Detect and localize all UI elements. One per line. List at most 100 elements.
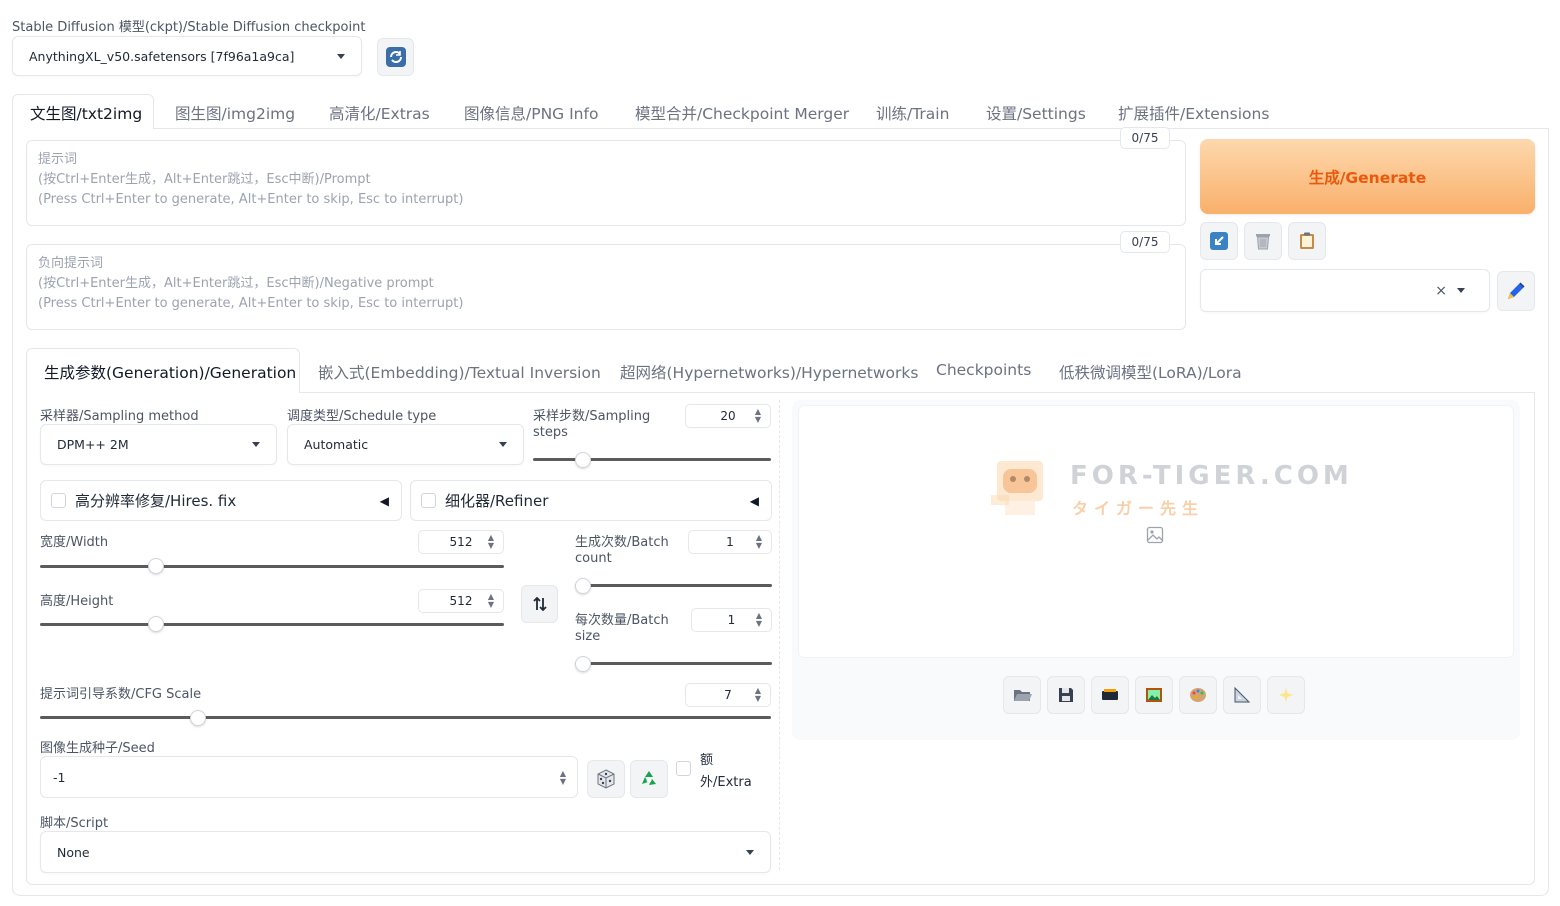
batch-size-label-1: 每次数量/Batch xyxy=(575,613,669,628)
generate-button[interactable]: 生成/Generate xyxy=(1200,139,1535,214)
steps-slider-track[interactable] xyxy=(533,458,771,461)
sampler-select[interactable]: DPM++ 2M xyxy=(40,424,277,465)
subtab-textual-inversion[interactable]: 嵌入式(Embedding)/Textual Inversion xyxy=(318,361,601,383)
seed-label: 图像生成种子/Seed xyxy=(40,741,155,756)
column-divider xyxy=(779,400,780,870)
height-value: 512 xyxy=(449,594,473,608)
cfg-value: 7 xyxy=(724,688,732,702)
height-input[interactable]: 512 ▲ ▼ xyxy=(418,589,504,613)
batch-size-value: 1 xyxy=(727,613,736,627)
spinner-icon[interactable]: ▲ ▼ xyxy=(488,593,494,609)
subtab-hypernetworks[interactable]: 超网络(Hypernetworks)/Hypernetworks xyxy=(620,361,918,383)
tab-png-info[interactable]: 图像信息/PNG Info xyxy=(464,102,598,124)
batch-size-label-2: size xyxy=(575,629,601,644)
subtab-generation[interactable]: 生成参数(Generation)/Generation xyxy=(44,361,296,383)
width-input[interactable]: 512 ▲ ▼ xyxy=(418,530,504,554)
paste-style-button[interactable] xyxy=(1288,222,1326,260)
tab-extensions[interactable]: 扩展插件/Extensions xyxy=(1118,102,1269,124)
negative-placeholder-3: (Press Ctrl+Enter to generate, Alt+Enter… xyxy=(38,296,464,311)
styles-select[interactable]: × xyxy=(1200,269,1490,312)
schedule-value: Automatic xyxy=(304,437,369,452)
batch-size-slider-handle[interactable] xyxy=(575,656,591,672)
seed-input[interactable]: -1 ▲ ▼ xyxy=(40,756,578,798)
cfg-slider-track[interactable] xyxy=(40,716,771,719)
steps-label-1: 采样步数/Sampling xyxy=(533,409,651,424)
batch-count-input[interactable]: 1 ▲ ▼ xyxy=(688,530,772,554)
swap-dimensions-button[interactable] xyxy=(521,585,558,623)
edit-styles-button[interactable] xyxy=(1497,271,1535,311)
negative-token-counter: 0/75 xyxy=(1120,231,1170,253)
height-label: 高度/Height xyxy=(40,594,114,609)
send-to-inpaint-button[interactable] xyxy=(1179,676,1217,714)
batch-size-slider-track[interactable] xyxy=(575,662,772,665)
watermark-line1: FOR-TIGER.COM xyxy=(1070,461,1353,491)
subtab-lora[interactable]: 低秩微调模型(LoRA)/Lora xyxy=(1059,361,1242,383)
tab-checkpoint-merger[interactable]: 模型合并/Checkpoint Merger xyxy=(635,102,849,124)
random-seed-button[interactable] xyxy=(587,760,625,798)
zip-button[interactable] xyxy=(1091,676,1129,714)
clipboard-icon xyxy=(1300,232,1314,249)
negative-placeholder-1: 负向提示词 xyxy=(38,256,104,271)
batch-count-slider-track[interactable] xyxy=(575,584,772,587)
refiner-accordion[interactable]: 细化器/Refiner ◀ xyxy=(410,480,772,521)
batch-count-slider-handle[interactable] xyxy=(575,578,591,594)
clear-styles-icon[interactable]: × xyxy=(1435,283,1447,299)
prompt-textarea[interactable]: 提示词 (按Ctrl+Enter生成，Alt+Enter跳过，Esc中断)/Pr… xyxy=(26,140,1186,226)
trash-icon xyxy=(1256,234,1270,250)
open-folder-button[interactable] xyxy=(1003,676,1041,714)
hires-fix-checkbox[interactable] xyxy=(51,493,66,508)
refiner-checkbox[interactable] xyxy=(421,493,436,508)
refresh-checkpoint-button[interactable] xyxy=(377,38,414,76)
tab-settings[interactable]: 设置/Settings xyxy=(986,102,1086,124)
tab-extras[interactable]: 高清化/Extras xyxy=(329,102,430,124)
checkpoint-label: Stable Diffusion 模型(ckpt)/Stable Diffusi… xyxy=(12,20,366,35)
script-label: 脚本/Script xyxy=(40,816,109,831)
schedule-select[interactable]: Automatic xyxy=(287,424,524,465)
batch-count-label-1: 生成次数/Batch xyxy=(575,535,669,550)
batch-count-value: 1 xyxy=(726,535,734,549)
batch-count-label-2: count xyxy=(575,551,612,566)
clear-prompt-button[interactable] xyxy=(1244,222,1282,260)
cfg-label: 提示词引导系数/CFG Scale xyxy=(40,687,202,702)
checkpoint-select[interactable]: AnythingXL_v50.safetensors [7f96a1a9ca] xyxy=(12,36,362,76)
tab-img2img[interactable]: 图生图/img2img xyxy=(175,102,295,124)
spinner-icon[interactable]: ▲ ▼ xyxy=(560,770,566,786)
extra-label-1: 额 xyxy=(700,753,714,768)
tab-train[interactable]: 训练/Train xyxy=(876,102,949,124)
height-slider-track[interactable] xyxy=(40,623,504,626)
save-button[interactable] xyxy=(1047,676,1085,714)
collapse-triangle-icon: ◀ xyxy=(379,493,389,508)
extra-seed-checkbox[interactable] xyxy=(676,761,691,776)
width-slider-handle[interactable] xyxy=(147,558,164,574)
hires-fix-label: 高分辨率修复/Hires. fix xyxy=(75,492,237,510)
watermark-line2: タイガー先生 xyxy=(1072,499,1205,518)
enhance-button[interactable] xyxy=(1267,676,1305,714)
width-slider-track[interactable] xyxy=(40,565,504,568)
send-to-extras-button[interactable] xyxy=(1223,676,1261,714)
prompt-placeholder-3: (Press Ctrl+Enter to generate, Alt+Enter… xyxy=(38,192,464,207)
folder-icon xyxy=(1014,690,1032,701)
steps-input[interactable]: 20 ▲ ▼ xyxy=(685,404,771,428)
prompt-placeholder-1: 提示词 xyxy=(38,152,78,167)
spinner-icon[interactable]: ▲ ▼ xyxy=(755,408,761,424)
hires-fix-accordion[interactable]: 高分辨率修复/Hires. fix ◀ xyxy=(40,480,402,521)
spinner-icon[interactable]: ▲ ▼ xyxy=(756,534,762,550)
sampler-label: 采样器/Sampling method xyxy=(40,409,199,424)
save-icon xyxy=(1059,688,1073,702)
spinner-icon[interactable]: ▲ ▼ xyxy=(756,612,762,628)
tab-txt2img[interactable]: 文生图/txt2img xyxy=(30,102,142,124)
batch-size-input[interactable]: 1 ▲ ▼ xyxy=(691,608,772,632)
send-to-img2img-button[interactable] xyxy=(1135,676,1173,714)
spinner-icon[interactable]: ▲ ▼ xyxy=(755,687,761,703)
spinner-icon[interactable]: ▲ ▼ xyxy=(488,534,494,550)
chevron-down-icon xyxy=(499,442,507,447)
subtab-checkpoints[interactable]: Checkpoints xyxy=(936,361,1031,379)
reuse-seed-button[interactable] xyxy=(630,760,668,798)
negative-prompt-textarea[interactable]: 负向提示词 (按Ctrl+Enter生成，Alt+Enter跳过，Esc中断)/… xyxy=(26,244,1186,330)
height-slider-handle[interactable] xyxy=(147,616,164,632)
apply-style-button[interactable] xyxy=(1200,222,1238,260)
script-select[interactable]: None xyxy=(40,831,771,873)
cfg-input[interactable]: 7 ▲ ▼ xyxy=(685,683,771,707)
width-value: 512 xyxy=(449,535,473,549)
image-placeholder-icon xyxy=(1146,526,1164,544)
